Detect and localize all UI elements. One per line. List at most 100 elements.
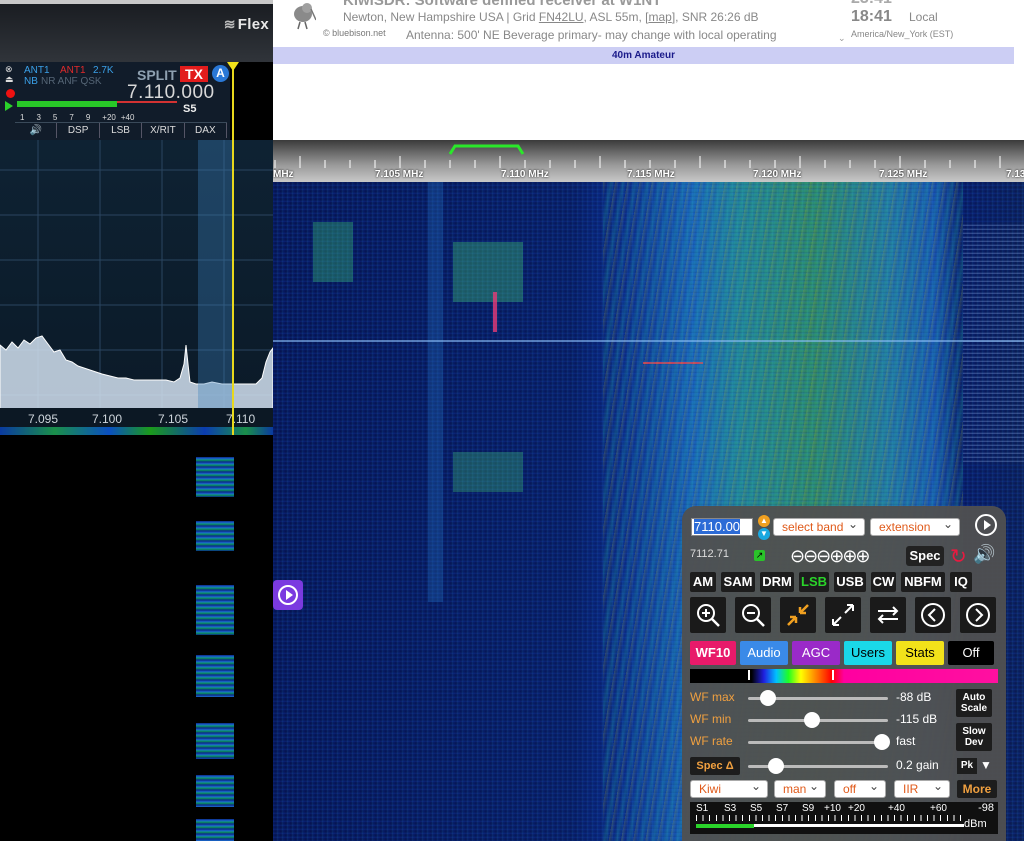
wf-max-slider[interactable]: WF max -88 dB [690, 689, 950, 707]
speaker-icon[interactable]: 🔊 [973, 544, 995, 565]
split-button[interactable]: SPLIT [137, 67, 177, 83]
tx-antenna[interactable]: ANT1 [60, 65, 86, 76]
tx-badge[interactable]: TX [180, 66, 208, 82]
zoom-icon-row [690, 597, 996, 633]
tab-users[interactable]: Users [844, 641, 892, 665]
smeter-tick: +40 [120, 113, 135, 122]
zoom-in-icon[interactable] [690, 597, 726, 633]
audio-button[interactable]: 🔊 [15, 123, 58, 138]
tab-audio[interactable]: Audio [740, 641, 788, 665]
mode-cw-button[interactable]: CW [871, 572, 896, 592]
caret-down-icon[interactable]: ▼ [980, 758, 992, 772]
slider-value: fast [896, 734, 916, 748]
zoom-out-icon[interactable] [735, 597, 771, 633]
reload-icon[interactable]: ↻ [950, 544, 967, 569]
off-select[interactable]: off [834, 778, 886, 798]
passband-indicator [448, 144, 525, 155]
slow-dev-button[interactable]: Slow Dev [956, 723, 992, 751]
more-button[interactable]: More [957, 780, 997, 798]
mode-iq-button[interactable]: IQ [950, 572, 972, 592]
xrit-button[interactable]: X/RIT [142, 123, 185, 138]
record-icon[interactable] [6, 89, 15, 98]
grid-link[interactable]: FN42LU [539, 10, 584, 24]
mode-nbfm-button[interactable]: NBFM [901, 572, 945, 592]
axis-label: 7.095 [28, 412, 59, 426]
slider-track[interactable] [748, 712, 888, 728]
tab-stats[interactable]: Stats [896, 641, 944, 665]
open-panel-button[interactable] [273, 580, 303, 610]
swap-icon[interactable] [870, 597, 906, 633]
manual-select[interactable]: man [774, 778, 826, 798]
smeter-tick: +20 [102, 113, 116, 122]
mode-usb-button[interactable]: USB [834, 572, 866, 592]
bluebison-credit[interactable]: © bluebison.net [323, 28, 386, 38]
prev-icon[interactable] [915, 597, 951, 633]
slider-track[interactable] [748, 690, 888, 706]
auto-scale-button[interactable]: Auto Scale [956, 689, 992, 717]
zoom-band-icon[interactable] [780, 597, 816, 633]
mode-am-button[interactable]: AM [690, 572, 716, 592]
slider-knob[interactable] [768, 758, 784, 774]
mode-button[interactable]: LSB [100, 123, 143, 138]
filter-select[interactable]: IIR [894, 778, 950, 798]
play-icon[interactable] [5, 101, 13, 111]
tx-frequency-marker[interactable] [232, 62, 234, 435]
smeter-label: S1 [696, 803, 709, 814]
wf-rate-slider[interactable]: WF rate fast [690, 733, 950, 751]
slice-lock-icon[interactable]: ⏏ [5, 74, 14, 84]
mode-lsb-button[interactable]: LSB [799, 572, 829, 592]
extension-dropdown[interactable]: extension [870, 516, 960, 536]
tab-wf10[interactable]: WF10 [690, 641, 736, 665]
slice-close-icon[interactable]: ⊗ [5, 64, 14, 74]
spec-button[interactable]: Spec [906, 546, 944, 566]
scale-label: 7.110 MHz [501, 169, 549, 180]
external-link-icon[interactable]: ↗ [754, 550, 765, 561]
slider-knob[interactable] [804, 712, 821, 728]
run-icon[interactable] [975, 514, 997, 536]
signal-trace [453, 452, 523, 492]
band-bar[interactable]: 40m Amateur [273, 47, 1014, 64]
slice-side-icons: ⊗ ⏏ [5, 64, 14, 84]
step-up-icon[interactable]: ▲ [758, 515, 770, 527]
nb-flag[interactable]: NB [24, 76, 38, 87]
frequency-scale[interactable]: MHz 7.105 MHz 7.110 MHz 7.115 MHz 7.120 … [273, 140, 1024, 182]
next-icon[interactable] [960, 597, 996, 633]
select-band-dropdown[interactable]: select band [773, 516, 865, 536]
peak-button[interactable]: Pk [957, 758, 977, 774]
chevron-down-icon[interactable]: ⌄ [838, 33, 846, 44]
smeter-label: S7 [776, 803, 789, 814]
rx-antenna[interactable]: ANT1 [24, 65, 50, 76]
flex-waterfall[interactable] [0, 435, 273, 841]
mode-drm-button[interactable]: DRM [760, 572, 794, 592]
filter-width[interactable]: 2.7K [93, 65, 114, 76]
step-down-icon[interactable]: ▼ [758, 528, 770, 540]
mode-sam-button[interactable]: SAM [721, 572, 755, 592]
colormap-max-marker[interactable] [832, 670, 840, 680]
signal-trace [196, 457, 234, 497]
spec-delta-button[interactable]: Spec Δ [690, 757, 740, 775]
frequency-input[interactable]: 7110.00 [691, 518, 753, 536]
tab-agc[interactable]: AGC [792, 641, 840, 665]
tx-marker-flag-icon[interactable] [227, 62, 239, 71]
slider-track[interactable] [748, 734, 891, 750]
spec-gain-slider[interactable] [748, 758, 888, 774]
s-reading: S5 [183, 103, 197, 115]
smeter-tick: 5 [52, 113, 58, 122]
tab-off[interactable]: Off [948, 641, 994, 665]
control-panel: 7110.00 ▲ ▼ select band extension 7112.7… [682, 506, 1006, 841]
zoom-max-icon[interactable] [825, 597, 861, 633]
dsp-button[interactable]: DSP [57, 123, 100, 138]
dax-button[interactable]: DAX [185, 123, 228, 138]
slider-knob[interactable] [874, 734, 891, 750]
zoom-controls[interactable]: ⊖⊖⊖⊕⊕⊕ [790, 546, 870, 567]
agc-source-select[interactable]: Kiwi [690, 778, 768, 798]
slider-knob[interactable] [759, 690, 776, 706]
map-link[interactable]: map [648, 10, 671, 24]
signal-trace [196, 655, 234, 697]
colormap-min-marker[interactable] [748, 670, 756, 680]
dsp-flags[interactable]: NR ANF QSK [41, 76, 102, 87]
colormap-bar[interactable] [690, 669, 998, 683]
smeter-background-bar [754, 824, 964, 827]
filter-passband[interactable] [198, 140, 233, 410]
wf-min-slider[interactable]: WF min -115 dB [690, 711, 950, 729]
